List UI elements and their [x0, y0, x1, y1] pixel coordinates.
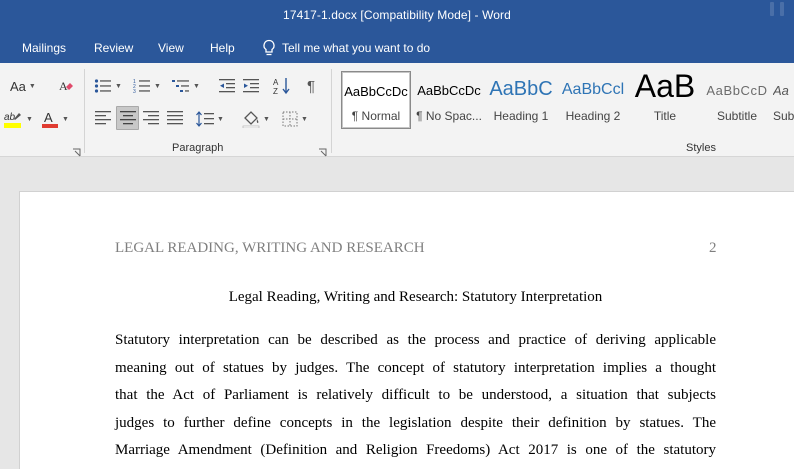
page-number: 2	[709, 240, 717, 256]
style-subtle-emphasis[interactable]: Aa Sub	[773, 71, 794, 127]
document-title: Legal Reading, Writing and Research: Sta…	[228, 289, 603, 305]
numbered-list-icon: 1 2 3	[133, 79, 150, 94]
dialog-launcher-icon	[73, 148, 81, 157]
align-center-button[interactable]	[116, 106, 139, 130]
document-page[interactable]: LEGAL READING, WRITING AND RESEARCH 2 Le…	[19, 191, 794, 469]
svg-text:Z: Z	[273, 87, 278, 95]
body-line: that the Act of Parliament is relatively…	[115, 387, 716, 403]
font-dialog-launcher[interactable]	[72, 144, 81, 157]
body-line: meaning out of statues by judges. The co…	[115, 359, 716, 376]
tab-mailings[interactable]: Mailings	[22, 41, 66, 55]
align-right-button[interactable]	[142, 108, 160, 128]
tab-review[interactable]: Review	[94, 41, 133, 55]
paragraph-dialog-launcher[interactable]	[318, 144, 327, 157]
ribbon: Aa ▼ A ab ▼ A ▼ ▼ 1 2 3 ▼ ▼ A Z ¶ ▼ ▼ ▼ …	[0, 63, 794, 157]
style-heading-2[interactable]: AaBbCcl Heading 2	[557, 71, 629, 127]
body-line: Statutory interpretation can be describe…	[115, 332, 716, 348]
numbering-button[interactable]: 1 2 3 ▼	[133, 75, 161, 97]
line-spacing-icon	[196, 111, 214, 127]
align-center-icon	[119, 111, 136, 125]
svg-text:A: A	[273, 78, 279, 87]
justify-button[interactable]	[166, 108, 184, 128]
paragraph-group-label: Paragraph	[172, 142, 224, 154]
increase-indent-button[interactable]	[242, 76, 260, 96]
sort-button[interactable]: A Z	[273, 75, 291, 97]
group-separator	[331, 69, 332, 153]
highlight-color-button[interactable]: ab ▼	[3, 108, 33, 130]
clear-formatting-icon: A	[59, 79, 73, 93]
align-left-button[interactable]	[94, 108, 112, 128]
tab-view[interactable]: View	[158, 41, 184, 55]
bullets-button[interactable]: ▼	[94, 75, 122, 97]
svg-text:ab: ab	[4, 112, 16, 123]
svg-text:A: A	[59, 79, 68, 93]
svg-text:3: 3	[133, 89, 136, 94]
font-color-button[interactable]: A ▼	[41, 108, 69, 130]
window-title: 17417-1.docx [Compatibility Mode] - Word	[283, 8, 511, 22]
increase-indent-icon	[243, 79, 259, 93]
pilcrow-icon: ¶	[306, 77, 316, 95]
ribbon-tabs: Mailings Review View Help Tell me what y…	[0, 34, 794, 63]
style-no-spacing[interactable]: AaBbCcDc ¶ No Spac...	[413, 71, 485, 127]
window-controls-partial[interactable]	[764, 0, 794, 20]
align-right-icon	[143, 111, 159, 125]
font-color-icon: A	[42, 110, 58, 128]
justify-icon	[167, 111, 183, 125]
style-title[interactable]: AaB Title	[629, 68, 701, 127]
tab-help[interactable]: Help	[210, 41, 235, 55]
highlighter-icon: ab	[4, 112, 21, 128]
body-line: judges to further define concepts in the…	[115, 414, 716, 431]
decrease-indent-button[interactable]	[218, 76, 236, 96]
lightbulb-icon	[263, 39, 275, 56]
style-normal[interactable]: AaBbCcDc ¶ Normal	[341, 71, 411, 129]
bullet-list-icon	[94, 79, 111, 93]
dialog-launcher-icon	[319, 148, 327, 157]
paint-bucket-icon	[242, 111, 260, 128]
body-line: Marriage Amendment (Definition and Relig…	[115, 442, 716, 458]
style-heading-1[interactable]: AaBbC Heading 1	[485, 71, 557, 127]
borders-button[interactable]: ▼	[282, 108, 308, 130]
svg-text:A: A	[44, 110, 53, 125]
tell-me-search[interactable]: Tell me what you want to do	[262, 39, 430, 57]
shading-button[interactable]: ▼	[242, 108, 270, 130]
multilevel-list-button[interactable]: ▼	[172, 75, 200, 97]
borders-icon	[282, 111, 298, 127]
group-separator	[84, 69, 85, 153]
multilevel-list-icon	[172, 80, 189, 92]
decrease-indent-icon	[219, 79, 235, 93]
styles-group-label: Styles	[686, 142, 716, 154]
body-paragraph: Statutory interpretation can be describe…	[115, 327, 716, 465]
clear-formatting-button[interactable]: A	[56, 76, 76, 96]
style-subtitle[interactable]: AaBbCcD Subtitle	[701, 71, 773, 127]
align-left-icon	[95, 111, 111, 125]
show-formatting-marks-button[interactable]: ¶	[303, 75, 319, 97]
change-case-button[interactable]: Aa ▼	[10, 77, 36, 95]
tell-me-text: Tell me what you want to do	[282, 41, 431, 55]
line-spacing-button[interactable]: ▼	[196, 108, 224, 130]
running-header: LEGAL READING, WRITING AND RESEARCH	[115, 240, 425, 256]
sort-icon: A Z	[273, 78, 290, 95]
title-bar: 17417-1.docx [Compatibility Mode] - Word	[0, 0, 794, 34]
